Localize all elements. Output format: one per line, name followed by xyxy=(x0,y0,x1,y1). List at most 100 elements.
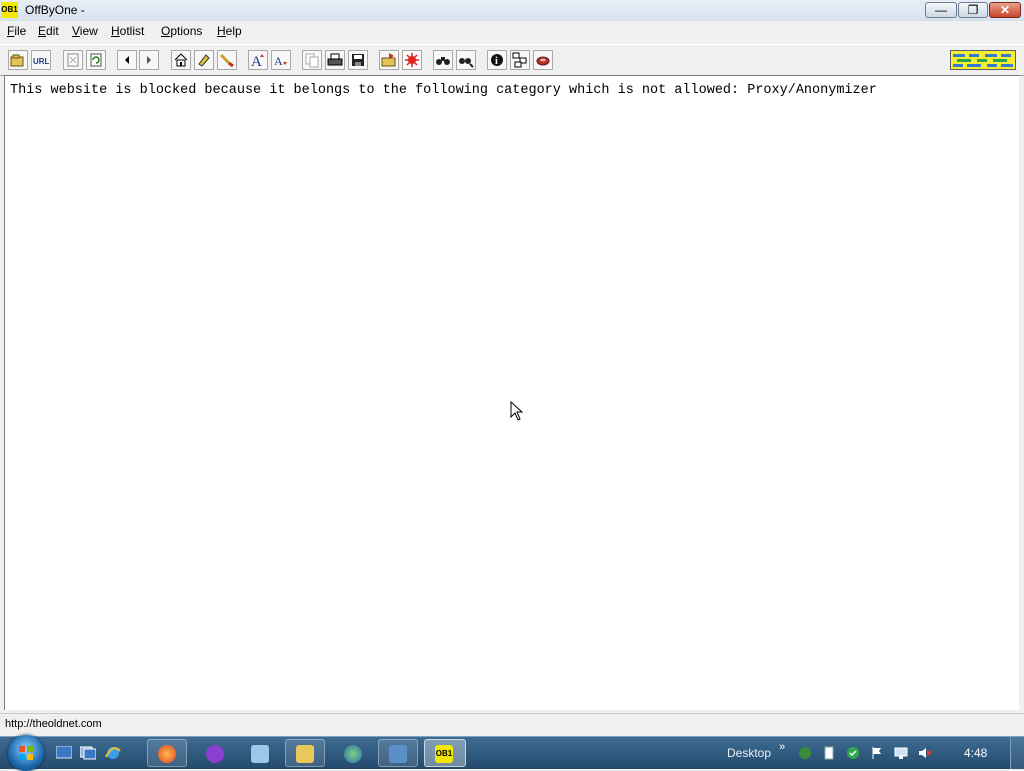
settings-button[interactable] xyxy=(402,50,422,70)
close-button[interactable]: ✕ xyxy=(989,2,1021,18)
taskbar: OB1 Desktop » 4:48 xyxy=(0,735,1024,771)
tray-document-icon[interactable] xyxy=(822,746,836,760)
taskbar-app-purple[interactable] xyxy=(195,739,235,767)
save-icon xyxy=(352,54,364,66)
home-button[interactable] xyxy=(171,50,191,70)
reload-icon xyxy=(90,53,102,67)
folder-icon xyxy=(296,745,314,763)
taskbar-clock[interactable]: 4:48 xyxy=(964,746,987,760)
find-icon xyxy=(436,57,450,65)
home-icon xyxy=(174,53,188,67)
tray-network-globe-icon[interactable] xyxy=(798,746,812,760)
info-icon: i xyxy=(491,54,503,67)
network-app-icon xyxy=(251,745,269,763)
font-larger-icon: A xyxy=(251,54,264,68)
status-url: http://theoldnet.com xyxy=(5,718,102,730)
stop-icon xyxy=(67,53,79,67)
tray-action-center-flag-icon[interactable] xyxy=(870,746,884,760)
restore-icon: ❐ xyxy=(967,3,979,17)
tray-network-icon[interactable] xyxy=(894,746,908,760)
taskbar-remote[interactable] xyxy=(378,739,418,767)
svg-text:i: i xyxy=(495,56,498,67)
connection-status-indicator xyxy=(950,50,1016,70)
toolbar: URL A A i xyxy=(0,44,1024,76)
taskbar-offbyone[interactable]: OB1 xyxy=(424,739,466,767)
svg-text:A: A xyxy=(274,54,283,68)
find-button[interactable] xyxy=(433,50,453,70)
taskbar-globe[interactable] xyxy=(333,739,373,767)
start-button[interactable] xyxy=(8,735,44,771)
app-icon: OB1 xyxy=(1,2,18,18)
globe-icon xyxy=(344,745,362,763)
print-icon xyxy=(327,53,343,66)
offbyone-taskbar-icon: OB1 xyxy=(435,745,453,763)
cookie-icon xyxy=(536,56,550,66)
tray-security-icon[interactable] xyxy=(846,746,860,760)
copy-icon xyxy=(305,53,319,68)
menu-bar: File Edit View Hotlist Options Help xyxy=(0,21,1024,42)
page-content[interactable]: This website is blocked because it belon… xyxy=(4,75,1019,710)
svg-text:URL: URL xyxy=(33,57,49,66)
open-url-icon: URL xyxy=(33,57,49,66)
open-url-button[interactable]: URL xyxy=(31,50,51,70)
source-button[interactable] xyxy=(510,50,530,70)
open-folder-button[interactable] xyxy=(379,50,399,70)
info-button[interactable]: i xyxy=(487,50,507,70)
status-bar: http://theoldnet.com xyxy=(0,713,1024,736)
switch-windows-icon[interactable] xyxy=(80,746,96,760)
font-smaller-button[interactable]: A xyxy=(271,50,291,70)
open-file-icon xyxy=(10,54,24,67)
firefox-icon xyxy=(158,745,176,763)
windows-logo-icon xyxy=(19,746,33,760)
save-button[interactable] xyxy=(348,50,368,70)
window-title: OffByOne - xyxy=(25,3,85,17)
show-desktop-button[interactable] xyxy=(1010,737,1024,769)
print-button[interactable] xyxy=(325,50,345,70)
menu-file[interactable]: File xyxy=(7,24,26,38)
menu-help[interactable]: Help xyxy=(217,24,242,38)
menu-hotlist[interactable]: Hotlist xyxy=(111,24,144,38)
menu-view[interactable]: View xyxy=(72,24,98,38)
open-file-button[interactable] xyxy=(8,50,28,70)
settings-icon xyxy=(405,53,419,67)
purple-app-icon xyxy=(206,745,224,763)
mouse-cursor-icon xyxy=(510,401,524,421)
font-larger-button[interactable]: A xyxy=(248,50,268,70)
forward-button[interactable] xyxy=(139,50,159,70)
desktop-toolbar-label[interactable]: Desktop xyxy=(727,746,771,760)
close-icon: ✕ xyxy=(999,3,1011,17)
menu-edit[interactable]: Edit xyxy=(38,24,59,38)
toolbar-expand-chevron-icon[interactable]: » xyxy=(779,741,785,753)
status-pattern-icon xyxy=(951,51,1015,69)
find-next-icon xyxy=(459,58,474,68)
tray-volume-muted-icon[interactable] xyxy=(918,746,932,760)
taskbar-explorer[interactable] xyxy=(285,739,325,767)
font-smaller-icon: A xyxy=(274,54,287,68)
reload-button[interactable] xyxy=(86,50,106,70)
minimize-button[interactable]: — xyxy=(925,2,957,18)
copy-button[interactable] xyxy=(302,50,322,70)
svg-text:A: A xyxy=(251,54,262,68)
forward-icon xyxy=(147,56,151,64)
stop-button[interactable] xyxy=(63,50,83,70)
clear-icon xyxy=(219,53,234,68)
find-next-button[interactable] xyxy=(456,50,476,70)
remote-desktop-icon xyxy=(389,745,407,763)
menu-options[interactable]: Options xyxy=(161,24,202,38)
title-bar[interactable]: OB1 OffByOne - — ❐ ✕ xyxy=(0,0,1024,22)
back-button[interactable] xyxy=(117,50,137,70)
clear-button[interactable] xyxy=(217,50,237,70)
show-desktop-quicklaunch-icon[interactable] xyxy=(56,746,72,760)
restore-button[interactable]: ❐ xyxy=(958,2,988,18)
taskbar-firefox[interactable] xyxy=(147,739,187,767)
taskbar-app-network[interactable] xyxy=(240,739,280,767)
blocked-message: This website is blocked because it belon… xyxy=(10,83,877,98)
minimize-icon: — xyxy=(935,3,947,17)
cookie-button[interactable] xyxy=(533,50,553,70)
internet-explorer-icon[interactable] xyxy=(104,745,122,761)
bookmark-button[interactable] xyxy=(194,50,214,70)
bookmark-icon xyxy=(198,54,210,67)
open-folder-icon xyxy=(381,53,396,67)
back-icon xyxy=(125,56,129,64)
source-icon xyxy=(512,52,527,68)
